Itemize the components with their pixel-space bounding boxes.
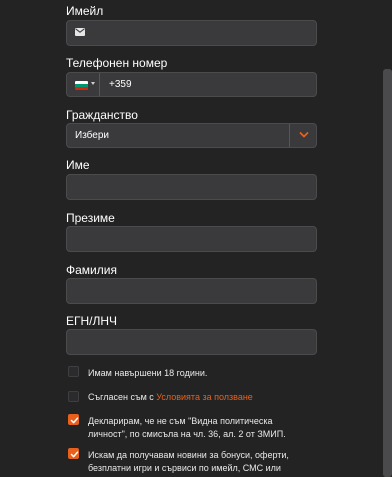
news-line-2: безплатни игри и сървиси по имейл, СМС и… [88, 463, 281, 473]
news-line-1: Искам да получавам новини за бонуси, офе… [88, 450, 289, 460]
egn-field[interactable] [66, 329, 317, 355]
terms-prefix: Съгласен съм с [88, 392, 157, 402]
pep-checkbox-label: Декларирам, че не съм "Видна политическа… [88, 415, 308, 441]
pep-checkbox[interactable] [68, 414, 79, 425]
citizenship-label: Гражданство [66, 108, 138, 122]
scrollbar-thumb[interactable] [383, 69, 392, 477]
citizenship-select[interactable]: Избери [66, 123, 317, 148]
middle-name-field[interactable] [66, 226, 317, 252]
email-field[interactable] [66, 20, 317, 46]
egn-label: ЕГН/ЛНЧ [66, 314, 118, 328]
caret-down-icon [91, 82, 95, 85]
citizenship-selected: Избери [75, 130, 109, 141]
terms-link[interactable]: Условията за ползване [156, 392, 253, 402]
registration-form: Имейл Телефонен номер +359 Гражданство И… [0, 0, 392, 477]
age-checkbox[interactable] [68, 366, 79, 377]
terms-checkbox[interactable] [68, 391, 79, 402]
citizenship-dropdown-button[interactable] [289, 124, 316, 147]
terms-checkbox-label: Съгласен съм с Условията за ползване [88, 391, 308, 404]
chevron-down-icon [299, 132, 309, 138]
news-checkbox-label: Искам да получавам новини за бонуси, офе… [88, 449, 308, 475]
last-name-label: Фамилия [66, 263, 117, 277]
pep-line-1: Декларирам, че не съм "Видна политическа [88, 416, 273, 426]
envelope-icon [75, 28, 85, 36]
phone-code: +359 [109, 79, 132, 90]
middle-name-label: Презиме [66, 211, 115, 225]
first-name-field[interactable] [66, 174, 317, 200]
pep-line-2: личност", по смисъла на чл. 36, ал. 2 от… [88, 429, 286, 439]
email-label: Имейл [66, 4, 104, 18]
phone-field[interactable]: +359 [66, 72, 317, 97]
bulgaria-flag-icon [75, 81, 88, 90]
first-name-label: Име [66, 158, 90, 172]
last-name-field[interactable] [66, 278, 317, 304]
news-checkbox[interactable] [68, 448, 79, 459]
phone-label: Телефонен номер [66, 56, 168, 70]
checkmark-icon [70, 451, 79, 458]
checkmark-icon [70, 417, 79, 424]
age-checkbox-label: Имам навършени 18 години. [88, 368, 208, 378]
country-selector[interactable] [67, 73, 100, 96]
